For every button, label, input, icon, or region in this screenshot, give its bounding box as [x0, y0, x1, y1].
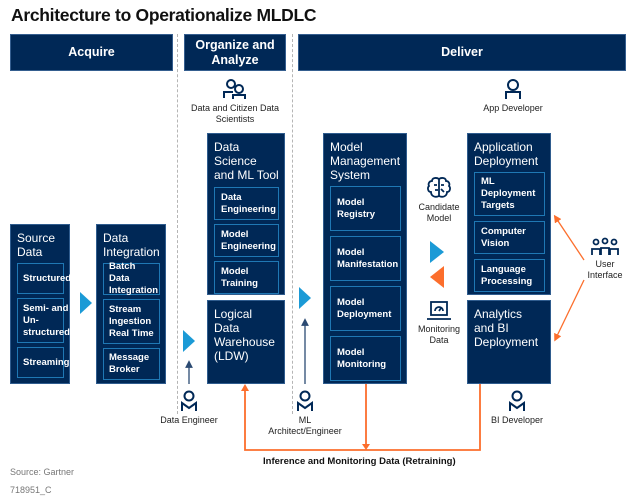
role-data-engineer: Data Engineer: [160, 390, 218, 426]
flow-arrow-to-model-management: [299, 287, 311, 309]
flow-arrow-integration-to-ldw: [183, 330, 195, 352]
ml-architect-label: ML Architect/Engineer: [268, 415, 342, 436]
bi-developer-label: BI Developer: [490, 415, 544, 425]
role-ml-architect: ML Architect/Engineer: [262, 390, 348, 437]
developer-icon: [509, 390, 525, 411]
engineer-icon: [297, 390, 313, 411]
engineer-icon: [181, 390, 197, 411]
source-note: Source: Gartner: [10, 467, 75, 477]
data-engineer-label: Data Engineer: [160, 415, 218, 425]
flow-arrow-source-to-integration: [80, 292, 92, 314]
retraining-arrowhead-ldw: [241, 384, 249, 391]
ui-to-app-deploy-arrow: [553, 214, 585, 261]
ui-to-analytics-arrow: [554, 279, 585, 342]
role-bi-developer: BI Developer: [489, 390, 545, 426]
document-id: 718951_C: [10, 485, 52, 495]
retraining-caption: Inference and Monitoring Data (Retrainin…: [263, 456, 456, 467]
